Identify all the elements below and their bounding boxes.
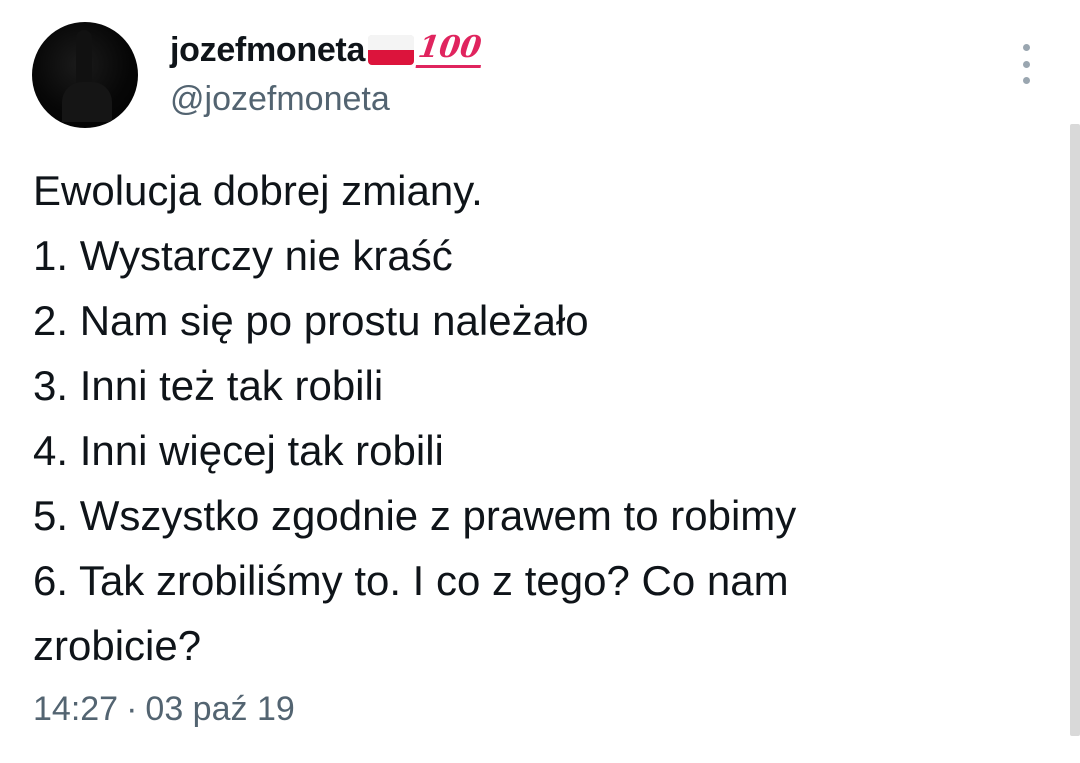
avatar-figure <box>76 30 92 90</box>
display-name[interactable]: jozefmoneta <box>170 31 365 70</box>
tweet-text-line: zrobicie? <box>33 622 202 669</box>
avatar-figure-body <box>62 82 112 122</box>
tweet: jozefmoneta 100 @jozefmoneta Ewolucja do… <box>0 0 1080 763</box>
scrollbar[interactable] <box>1070 124 1080 736</box>
tweet-text-line: 6. Tak zrobiliśmy to. I co z tego? Co na… <box>33 557 789 604</box>
more-vertical-icon[interactable] <box>1014 44 1038 84</box>
tweet-date[interactable]: 03 paź 19 <box>145 690 294 728</box>
hundred-points-icon: 100 <box>415 30 486 68</box>
author-handle[interactable]: @jozefmoneta <box>170 80 390 119</box>
tweet-text-line: 4. Inni więcej tak robili <box>33 427 444 474</box>
tweet-timestamp[interactable]: 14:27 · 03 paź 19 <box>33 690 295 729</box>
tweet-time[interactable]: 14:27 <box>33 690 118 728</box>
avatar[interactable] <box>32 22 138 128</box>
tweet-text-line: 1. Wystarczy nie kraść <box>33 232 453 279</box>
meta-separator: · <box>126 690 138 728</box>
tweet-text-line: 5. Wszystko zgodnie z prawem to robimy <box>33 492 797 539</box>
tweet-text: Ewolucja dobrej zmiany. 1. Wystarczy nie… <box>33 158 1043 678</box>
tweet-text-line: 3. Inni też tak robili <box>33 362 384 409</box>
tweet-text-line: 2. Nam się po prostu należało <box>33 297 589 344</box>
polish-flag-icon <box>368 35 415 65</box>
tweet-text-line: Ewolucja dobrej zmiany. <box>33 167 483 214</box>
author-name-row[interactable]: jozefmoneta 100 <box>170 28 486 72</box>
